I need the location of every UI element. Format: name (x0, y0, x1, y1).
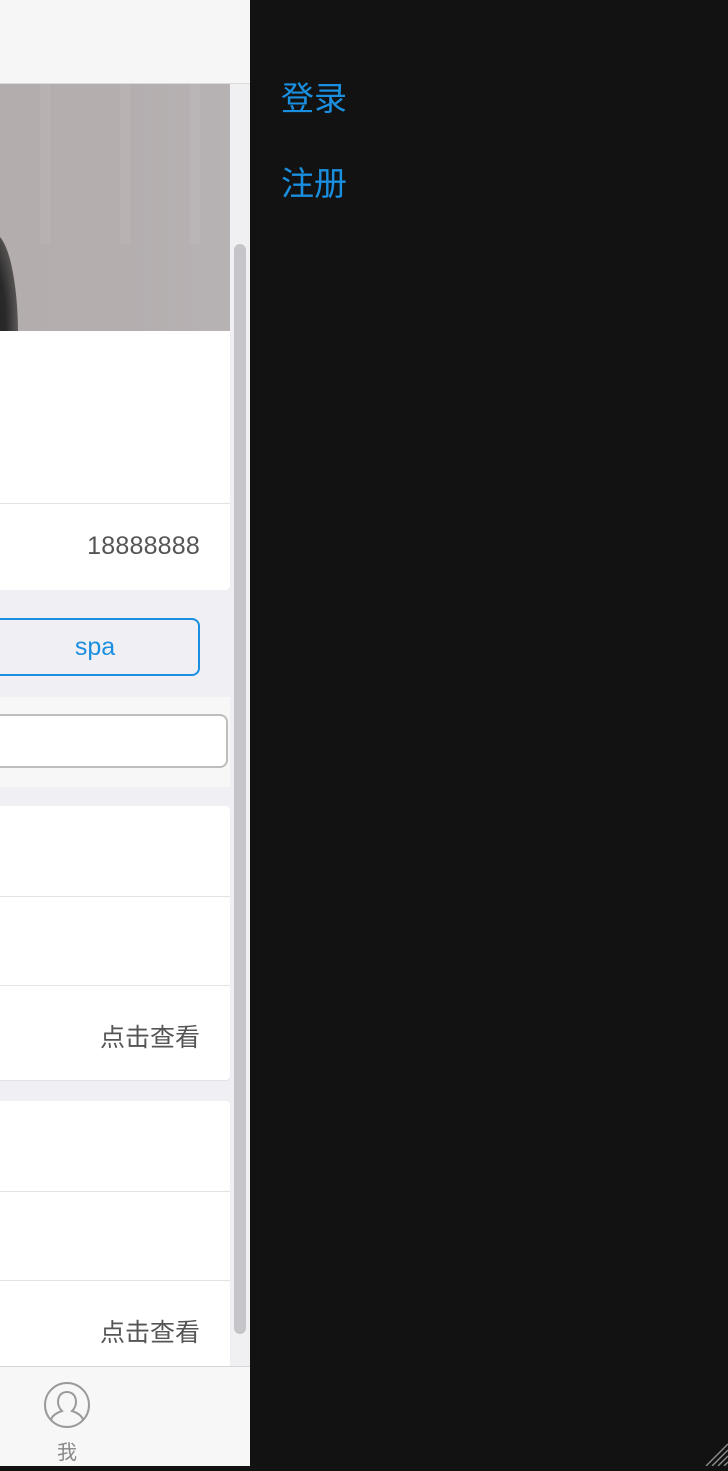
tab-bar: 我 (0, 1366, 250, 1466)
scrollbar-thumb[interactable] (234, 244, 246, 1334)
profile-banner-image (0, 84, 230, 331)
category-row: spa (0, 590, 230, 697)
top-navigation-bar (0, 0, 250, 84)
resize-grip-icon[interactable] (702, 1440, 728, 1467)
divider (0, 1191, 230, 1192)
view-details-link[interactable]: 点击查看 (100, 1313, 200, 1349)
spa-button[interactable]: spa (0, 618, 200, 676)
divider (0, 503, 230, 504)
divider (0, 985, 230, 986)
profile-card: 18888888 (0, 331, 230, 590)
phone-number: 18888888 (87, 532, 200, 560)
view-details-link[interactable]: 点击查看 (100, 1018, 200, 1054)
register-link[interactable]: 注册 (281, 157, 347, 205)
app-panel: 18888888 spa 点击查看 点击查看 我 (0, 0, 250, 1466)
tab-me[interactable]: 我 (40, 1381, 94, 1465)
search-row (0, 697, 230, 787)
list-card: 点击查看 (0, 1101, 230, 1375)
list-card: 点击查看 (0, 806, 230, 1080)
login-link[interactable]: 登录 (281, 72, 347, 120)
divider (0, 1280, 230, 1281)
divider (0, 896, 230, 897)
user-icon (42, 1382, 92, 1433)
tab-me-label: 我 (57, 1442, 77, 1464)
search-input[interactable] (0, 714, 228, 768)
